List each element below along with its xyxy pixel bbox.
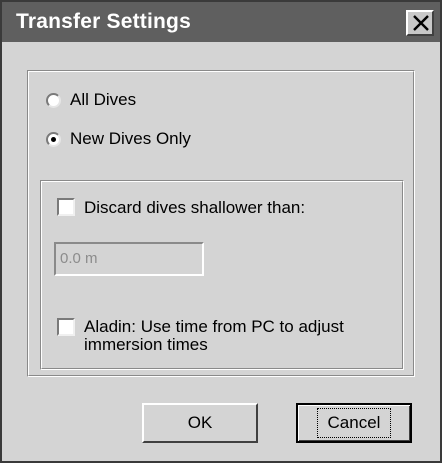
title-bar[interactable]: Transfer Settings bbox=[2, 2, 440, 42]
transfer-settings-dialog: Transfer Settings All Dives New Dives On… bbox=[0, 0, 442, 463]
radio-all-dives[interactable]: All Dives bbox=[46, 90, 136, 110]
radio-new-dives-only[interactable]: New Dives Only bbox=[46, 129, 191, 149]
aladin-time-checkbox[interactable] bbox=[57, 318, 75, 336]
cancel-button-label: Cancel bbox=[316, 408, 392, 438]
discard-shallow-checkbox[interactable] bbox=[57, 198, 75, 216]
radio-all-dives-indicator[interactable] bbox=[46, 92, 61, 108]
radio-all-dives-label: All Dives bbox=[70, 90, 137, 109]
radio-new-dives-only-indicator[interactable] bbox=[46, 131, 61, 147]
ok-button-label: OK bbox=[187, 413, 213, 432]
min-depth-input[interactable]: 0.0 m bbox=[54, 242, 204, 276]
aladin-time-label: Aladin: Use time from PC to adjust immer… bbox=[84, 318, 344, 354]
discard-shallow-checkbox-row[interactable]: Discard dives shallower than: bbox=[57, 198, 305, 218]
radio-new-dives-only-label: New Dives Only bbox=[70, 129, 191, 148]
close-x-icon bbox=[413, 15, 429, 31]
close-button[interactable] bbox=[406, 10, 434, 36]
aladin-time-label-line2: immersion times bbox=[84, 335, 208, 354]
cancel-button[interactable]: Cancel bbox=[296, 403, 412, 443]
discard-shallow-label: Discard dives shallower than: bbox=[84, 198, 306, 217]
aladin-time-label-line1: Aladin: Use time from PC to adjust bbox=[84, 317, 344, 336]
aladin-time-checkbox-row[interactable]: Aladin: Use time from PC to adjust immer… bbox=[57, 318, 344, 354]
ok-button[interactable]: OK bbox=[142, 403, 258, 443]
dialog-title: Transfer Settings bbox=[16, 10, 191, 33]
